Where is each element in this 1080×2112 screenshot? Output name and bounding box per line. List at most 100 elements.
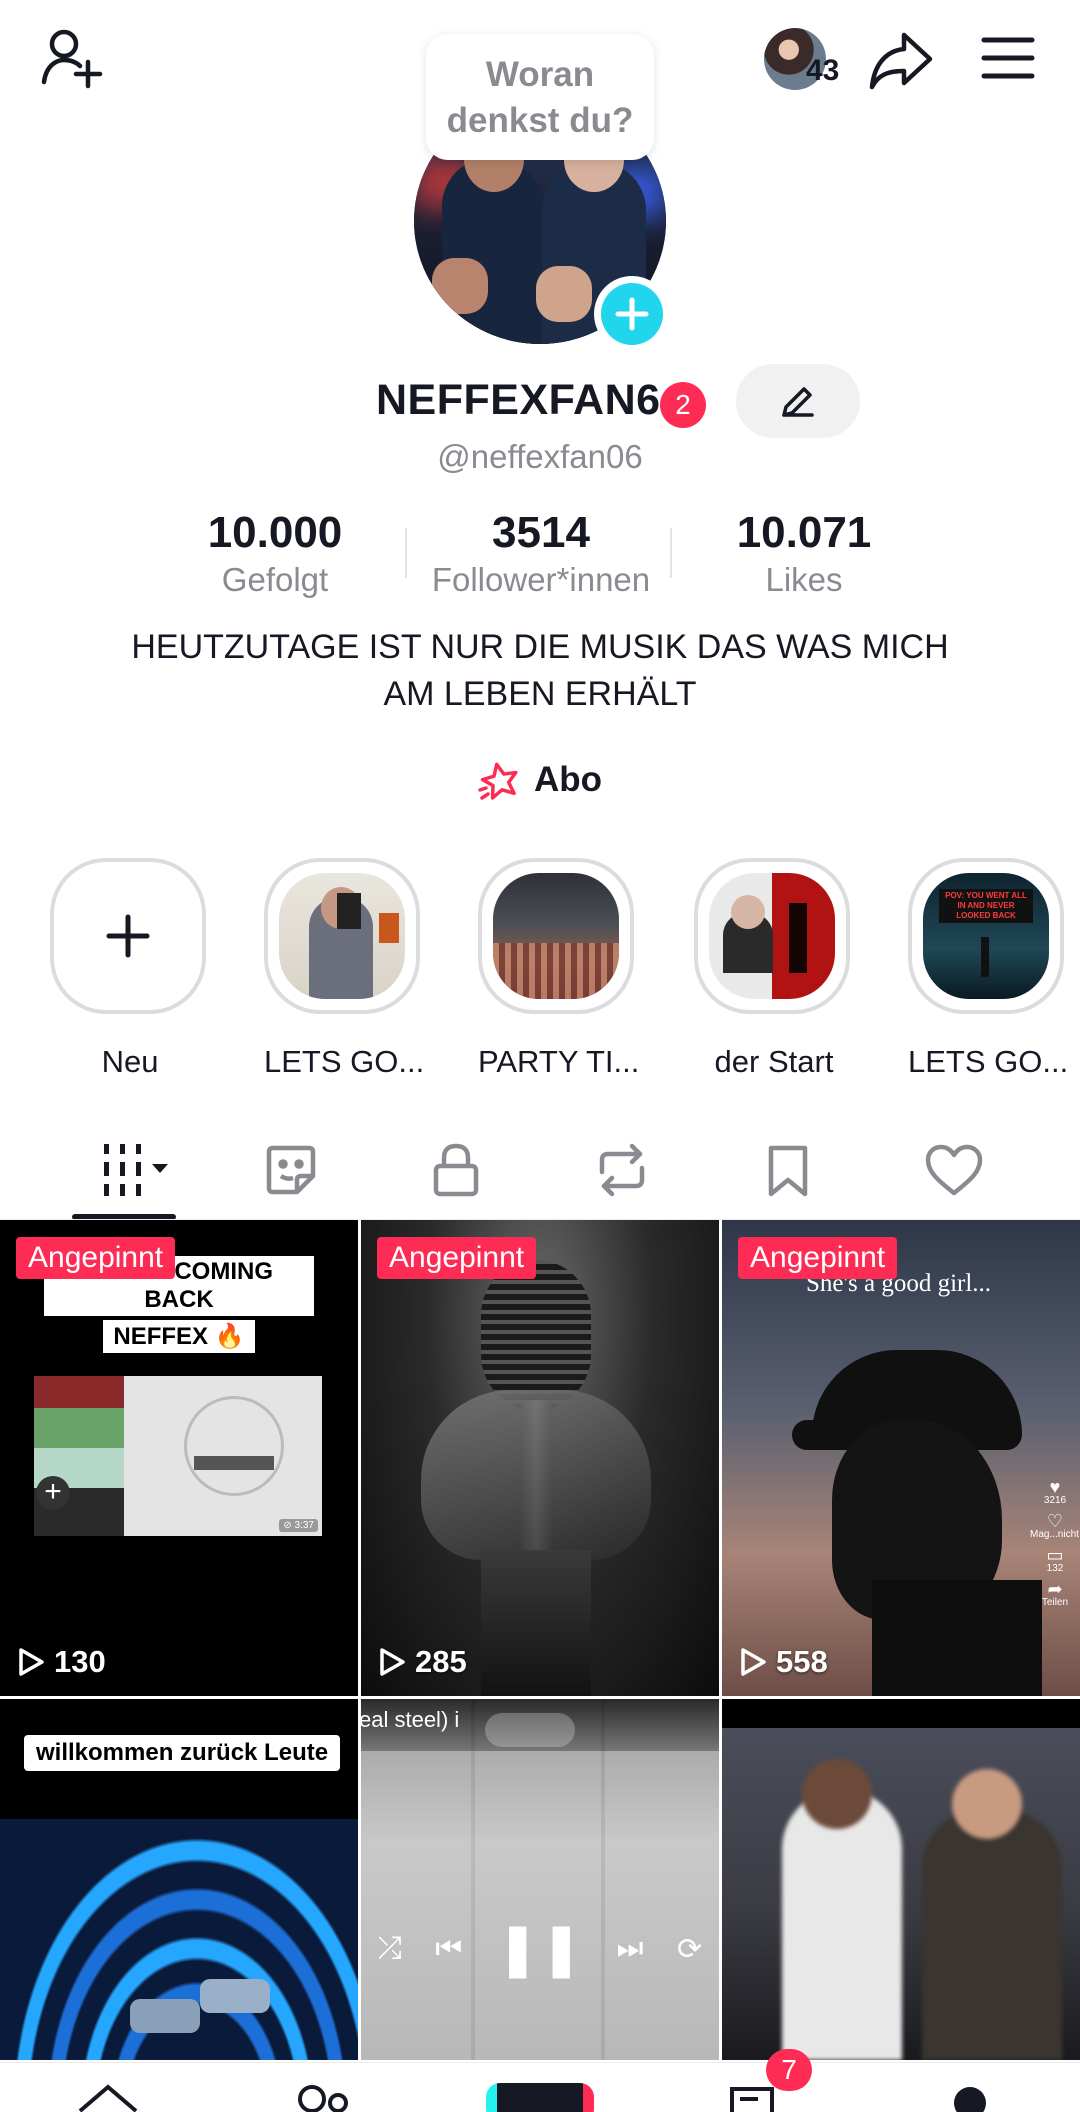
highlight-item[interactable]: der Start: [694, 858, 854, 1080]
divider: [670, 528, 672, 578]
highlight-thumbnail: POV: YOU WENT ALL IN AND NEVER LOOKED BA…: [923, 873, 1049, 999]
bottom-navigation: 7: [0, 2049, 1080, 2112]
video-preview: ⊘ 3:37: [34, 1376, 322, 1536]
pinned-badge: Angepinnt: [16, 1237, 176, 1279]
stat-likes[interactable]: 10.071 Likes: [704, 506, 904, 600]
highlight-thumbnail: [493, 873, 619, 999]
video-side-text: Mag...nicht: [1030, 1529, 1079, 1540]
stat-value: 10.000: [207, 508, 343, 557]
highlight-new[interactable]: Neu: [50, 858, 210, 1080]
video-thumbnail[interactable]: She's a good girl... ♥ 3216 ♡ Mag...nicht …: [722, 1220, 1080, 1696]
play-icon: [741, 1648, 766, 1676]
profile-bio: HEUTZUTAGE IST NUR DIE MUSIK DAS WAS MIC…: [80, 624, 1000, 718]
pinned-badge: Angepinnt: [377, 1237, 537, 1279]
video-thumbnail[interactable]: [722, 1699, 1080, 2060]
video-caption: eal steel) i: [361, 1707, 460, 1732]
name-row: NEFFEXFAN6 2: [0, 364, 1080, 438]
video-thumbnail[interactable]: Angepinnt 285: [361, 1220, 719, 1696]
stat-label: Follower*innen: [431, 561, 651, 598]
grid-icon: [104, 1144, 168, 1196]
next-icon: ⏭: [616, 1932, 644, 1965]
heart-icon: [925, 1144, 983, 1196]
name-notification-badge: 2: [660, 382, 706, 428]
bookmark-icon: [768, 1145, 808, 1197]
view-count-value: 558: [776, 1644, 828, 1679]
view-count: 558: [738, 1644, 828, 1680]
subscription-link[interactable]: Abo: [0, 754, 1080, 806]
play-icon: [19, 1648, 44, 1676]
highlight-label: der Start: [714, 1044, 834, 1079]
stat-label: Likes: [765, 561, 843, 598]
profile-nav-icon[interactable]: [954, 2087, 986, 2112]
video-side-text: 132: [1046, 1563, 1064, 1574]
friends-icon[interactable]: [296, 2083, 352, 2112]
sticker-icon: [266, 1145, 316, 1195]
plus-icon: +: [36, 1476, 70, 1510]
highlight-item[interactable]: LETS GO...: [264, 858, 424, 1080]
story-prompt-bubble[interactable]: Woran denkst du?: [426, 34, 654, 160]
highlight-label: Neu: [101, 1044, 159, 1079]
highlight-thumbnail: [709, 873, 835, 999]
content-tabs: [0, 1124, 1080, 1220]
pinned-badge: Angepinnt: [738, 1237, 898, 1279]
tab-liked[interactable]: [914, 1138, 994, 1202]
star-rocket-icon: [478, 762, 518, 800]
tab-stickers[interactable]: [251, 1138, 331, 1202]
view-count: 285: [377, 1644, 467, 1680]
play-icon: [380, 1648, 405, 1676]
video-mini-label: ⊘ 3:37: [279, 1519, 318, 1532]
subscription-label: Abo: [533, 760, 603, 799]
tab-videos[interactable]: [82, 1138, 182, 1202]
inbox-icon[interactable]: [728, 2085, 776, 2112]
stat-value: 3514: [492, 508, 590, 557]
highlight-thumbnail: [279, 873, 405, 999]
lock-icon: [433, 1143, 479, 1197]
video-caption-line: NEFFEX 🔥: [103, 1320, 255, 1353]
tab-private[interactable]: [416, 1138, 496, 1202]
pause-icon: ❚❚: [495, 1920, 583, 1978]
stat-label: Gefolgt: [221, 561, 329, 598]
repost-icon: [599, 1143, 645, 1197]
highlight-label: LETS GO...: [264, 1044, 425, 1079]
menu-icon[interactable]: [972, 22, 1044, 94]
inbox-badge: 7: [766, 2049, 812, 2091]
tab-saved[interactable]: [748, 1138, 828, 1202]
bio-line: AM LEBEN ERHÄLT: [383, 675, 697, 713]
repeat-icon: ⟳: [677, 1932, 703, 1966]
highlight-label: PARTY TI...: [478, 1044, 640, 1079]
stat-followers[interactable]: 3514 Follower*innen: [412, 506, 670, 600]
highlight-item[interactable]: POV: YOU WENT ALL IN AND NEVER LOOKED BA…: [908, 858, 1068, 1080]
home-icon[interactable]: [76, 2081, 140, 2112]
view-count-value: 285: [415, 1644, 467, 1679]
tab-reposts[interactable]: [582, 1138, 662, 1202]
stat-following[interactable]: 10.000 Gefolgt: [175, 506, 375, 600]
story-highlights: Neu LETS GO... PARTY TI... der Start POV…: [0, 858, 1080, 1088]
profile-stats: 10.000 Gefolgt 3514 Follower*innen 10.07…: [0, 506, 1080, 598]
highlight-item[interactable]: PARTY TI...: [478, 858, 640, 1080]
pencil-icon: [782, 387, 814, 417]
video-grid: NEVER COMING BACK NEFFEX 🔥 ⊘ 3:37 + Ange…: [0, 1220, 1080, 2060]
highlight-label: LETS GO...: [908, 1044, 1069, 1079]
video-side-text: Teilen: [1041, 1597, 1069, 1608]
story-prompt-line2: denkst du?: [446, 101, 634, 140]
edit-profile-button[interactable]: [736, 364, 860, 438]
previous-icon: ⏮: [435, 1932, 463, 1965]
video-thumbnail[interactable]: willkommen zurück Leute: [0, 1699, 358, 2060]
plus-icon: [106, 914, 150, 958]
friends-count: 43: [806, 54, 840, 87]
view-count: 130: [16, 1644, 106, 1680]
bio-line: HEUTZUTAGE IST NUR DIE MUSIK DAS WAS MIC…: [131, 628, 949, 666]
display-name: NEFFEXFAN6: [376, 376, 661, 424]
video-thumbnail[interactable]: NEVER COMING BACK NEFFEX 🔥 ⊘ 3:37 + Ange…: [0, 1220, 358, 1696]
add-story-button[interactable]: [594, 276, 670, 352]
share-icon[interactable]: [862, 22, 940, 100]
add-friend-icon[interactable]: [36, 22, 108, 94]
video-caption: willkommen zurück Leute: [24, 1735, 341, 1771]
video-thumbnail[interactable]: eal steel) i ⤮ ⏮ ❚❚ ⏭ ⟳: [361, 1699, 719, 2060]
create-button[interactable]: [486, 2083, 594, 2112]
stat-value: 10.071: [736, 508, 872, 557]
story-prompt-line1: Woran: [485, 55, 595, 94]
shuffle-icon: ⤮: [377, 1932, 402, 1965]
video-side-actions: ♥ 3216 ♡ Mag...nicht ▭ 132 ➦ Teilen: [1030, 1477, 1079, 1608]
plus-icon: [601, 283, 663, 345]
